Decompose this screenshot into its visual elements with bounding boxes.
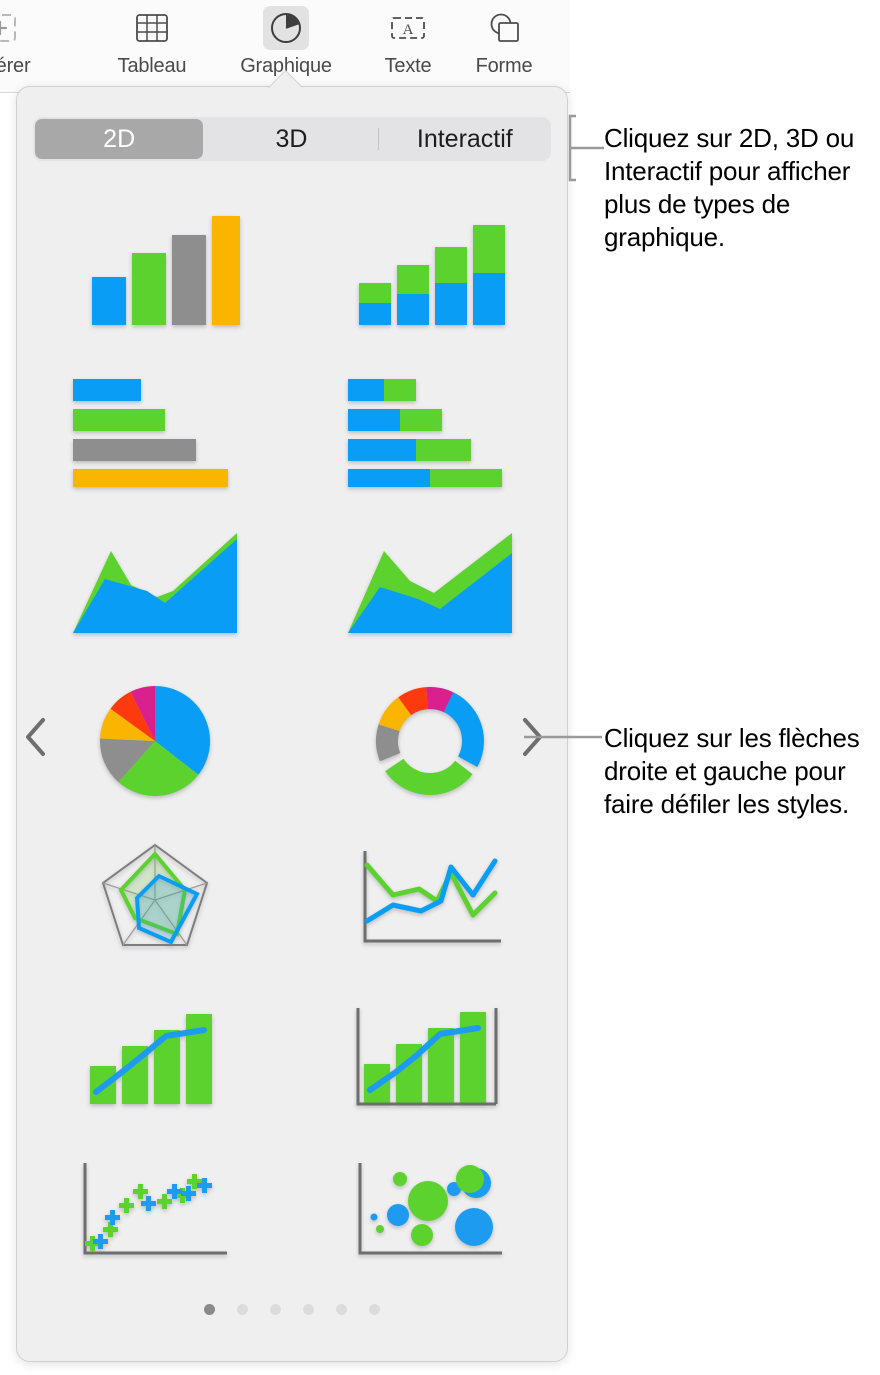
chart-type-column-chart[interactable] xyxy=(17,191,292,348)
toolbar-item-label: Tableau xyxy=(117,55,187,77)
page-dot[interactable] xyxy=(369,1304,380,1315)
tab-divider xyxy=(377,128,379,150)
toolbar-item-label: Texte xyxy=(384,55,432,77)
page-indicator xyxy=(17,1304,567,1315)
chart-type-pie-chart[interactable] xyxy=(17,662,292,819)
grid-row xyxy=(17,505,567,662)
chart-type-grid xyxy=(17,191,567,1290)
chart-type-scatter-chart[interactable] xyxy=(17,1133,292,1290)
chart-type-two-axis-chart[interactable] xyxy=(292,976,567,1133)
page-dot[interactable] xyxy=(270,1304,281,1315)
popover-pointer xyxy=(268,68,302,88)
chart-type-bar-chart[interactable] xyxy=(17,348,292,505)
toolbar-item-tableau[interactable]: Tableau xyxy=(104,6,200,90)
chart-type-line-chart[interactable] xyxy=(292,819,567,976)
tab-2d[interactable]: 2D xyxy=(35,119,204,159)
grid-row xyxy=(17,662,567,819)
chart-type-stacked-area-chart[interactable] xyxy=(292,505,567,662)
toolbar-item-texte[interactable]: A Texte xyxy=(360,6,456,90)
table-icon xyxy=(129,6,175,50)
toolbar-item-label: Insérer xyxy=(0,55,31,77)
callout-connector-top xyxy=(568,114,604,182)
chart-type-stacked-bar-chart[interactable] xyxy=(292,348,567,505)
toolbar-item-inserer[interactable]: Insérer xyxy=(0,6,48,90)
page-dot[interactable] xyxy=(303,1304,314,1315)
toolbar-item-label: Forme xyxy=(475,55,533,77)
callout-text-tabs: Cliquez sur 2D, 3D ou Interactif pour af… xyxy=(604,123,855,252)
grid-row xyxy=(17,1133,567,1290)
insert-icon xyxy=(0,6,23,50)
chart-icon xyxy=(263,6,309,50)
dimension-tabs: 2D 3D Interactif xyxy=(33,117,551,161)
chevron-left-icon[interactable] xyxy=(14,710,58,764)
callout-text-arrows: Cliquez sur les flèches droite et gauche… xyxy=(604,723,860,819)
page-dot[interactable] xyxy=(237,1304,248,1315)
toolbar-item-forme[interactable]: Forme xyxy=(456,6,552,90)
chart-type-popover: 2D 3D Interactif xyxy=(16,86,568,1362)
callout-connector-bottom xyxy=(524,735,602,739)
text-icon: A xyxy=(385,6,431,50)
grid-row xyxy=(17,191,567,348)
chart-type-radar-chart[interactable] xyxy=(17,819,292,976)
svg-text:A: A xyxy=(403,22,414,38)
chart-type-area-chart[interactable] xyxy=(17,505,292,662)
shape-icon xyxy=(481,6,527,50)
chart-type-mixed-chart[interactable] xyxy=(17,976,292,1133)
chart-type-bubble-chart[interactable] xyxy=(292,1133,567,1290)
grid-row xyxy=(17,348,567,505)
tab-3d[interactable]: 3D xyxy=(207,119,375,159)
tab-interactif[interactable]: Interactif xyxy=(381,119,549,159)
chart-type-stacked-column-chart[interactable] xyxy=(292,191,567,348)
page-dot[interactable] xyxy=(204,1304,215,1315)
grid-row xyxy=(17,976,567,1133)
page-dot[interactable] xyxy=(336,1304,347,1315)
grid-row xyxy=(17,819,567,976)
